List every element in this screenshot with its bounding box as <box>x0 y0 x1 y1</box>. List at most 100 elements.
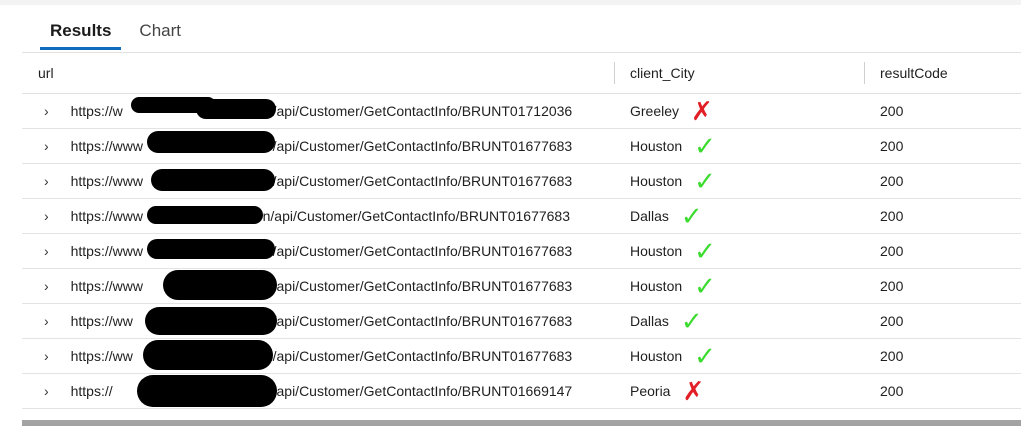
cell-url: › https://www /api/Customer/GetContactIn… <box>22 269 615 303</box>
checkmark-icon: ✓ <box>694 271 716 301</box>
city-value: Houston <box>630 278 683 294</box>
table-row[interactable]: › https://ww /api/Customer/GetContactInf… <box>22 339 1021 374</box>
url-prefix: https://ww <box>70 348 133 364</box>
column-header-city[interactable]: client_City <box>615 53 865 93</box>
redaction-mark <box>195 99 276 119</box>
results-grid: url client_City resultCode › https://w /… <box>22 52 1021 409</box>
horizontal-scrollbar[interactable] <box>22 420 1021 426</box>
table-row[interactable]: › https://www /api/Customer/GetContactIn… <box>22 234 1021 269</box>
url-suffix: /api/Customer/GetContactInfo/BRUNT016776… <box>272 243 573 259</box>
redaction-mark <box>142 340 273 370</box>
url-prefix: https://w <box>70 103 123 119</box>
table-row[interactable]: › https://www /api/Customer/GetContactIn… <box>22 269 1021 304</box>
url-value: https://ww /api/Customer/GetContactInfo/… <box>71 304 615 338</box>
cell-result-code: 200 <box>880 173 904 189</box>
chevron-right-icon[interactable]: › <box>22 129 71 163</box>
chevron-right-icon[interactable]: › <box>22 199 71 233</box>
url-value: https://www /api/Customer/GetContactInfo… <box>71 129 615 163</box>
url-value: https://www /api/Customer/GetContactInfo… <box>71 234 615 268</box>
chevron-right-icon[interactable]: › <box>22 304 71 338</box>
cell-city: Houston ✓ <box>615 234 865 268</box>
redaction-mark <box>146 131 275 153</box>
city-value: Houston <box>630 138 683 154</box>
url-prefix: https://www <box>70 278 143 294</box>
url-value: https://www /api/Customer/GetContactInfo… <box>71 269 615 303</box>
redaction-mark <box>144 307 277 335</box>
url-suffix: /api/Customer/GetContactInfo/BRUNT016776… <box>272 313 573 329</box>
cell-result-code: 200 <box>880 243 904 259</box>
city-value: Houston <box>630 243 683 259</box>
cell-result-code: 200 <box>880 278 904 294</box>
url-value: https://www /api/Customer/GetContactInfo… <box>71 164 615 198</box>
url-suffix: /api/Customer/GetContactInfo/BRUNT016691… <box>272 383 573 399</box>
cell-result-code: 200 <box>880 138 904 154</box>
url-prefix: https://www <box>70 173 143 189</box>
url-prefix: https://ww <box>70 313 133 329</box>
cell-url: › https://w /api/Customer/GetContactInfo… <box>22 94 615 128</box>
table-row[interactable]: › https://w /api/Customer/GetContactInfo… <box>22 94 1021 129</box>
table-row[interactable]: › https:// /api/Customer/GetContactInfo/… <box>22 374 1021 409</box>
chevron-right-icon[interactable]: › <box>22 339 71 373</box>
city-value: Greeley <box>630 103 680 119</box>
url-prefix: https://www <box>70 243 143 259</box>
url-suffix: n/api/Customer/GetContactInfo/BRUNT01677… <box>262 208 570 224</box>
url-prefix: https://www <box>70 138 143 154</box>
checkmark-icon: ✓ <box>694 236 716 266</box>
cell-city: Houston ✓ <box>615 339 865 373</box>
url-value: https://ww /api/Customer/GetContactInfo/… <box>71 339 615 373</box>
chevron-right-icon[interactable]: › <box>22 234 71 268</box>
cell-url: › https://www /api/Customer/GetContactIn… <box>22 164 615 198</box>
cell-url: › https://www n/api/Customer/GetContactI… <box>22 199 615 233</box>
tab-results[interactable]: Results <box>40 14 122 50</box>
table-row[interactable]: › https://www /api/Customer/GetContactIn… <box>22 129 1021 164</box>
city-value: Houston <box>630 348 683 364</box>
grid-header: url client_City resultCode <box>22 53 1021 94</box>
city-value: Dallas <box>630 208 669 224</box>
url-suffix: /api/Customer/GetContactInfo/BRUNT016776… <box>272 348 573 364</box>
tab-chart[interactable]: Chart <box>129 14 191 50</box>
cell-city: Greeley ✗ <box>615 94 865 128</box>
cell-result-code: 200 <box>880 348 904 364</box>
chevron-right-icon[interactable]: › <box>22 164 71 198</box>
redaction-mark <box>162 270 277 300</box>
table-row[interactable]: › https://www /api/Customer/GetContactIn… <box>22 164 1021 199</box>
redaction-mark <box>146 206 263 224</box>
checkmark-icon: ✓ <box>680 201 703 231</box>
city-value: Peoria <box>630 383 671 399</box>
cell-city: Houston ✓ <box>615 269 865 303</box>
redaction-mark <box>150 169 275 191</box>
column-header-url[interactable]: url <box>22 53 615 93</box>
top-strip <box>0 0 1021 5</box>
cross-icon: ✗ <box>682 376 705 406</box>
cell-result-code: 200 <box>880 103 904 119</box>
cross-icon: ✗ <box>691 96 713 126</box>
cell-url: › https://www /api/Customer/GetContactIn… <box>22 234 615 268</box>
checkmark-icon: ✓ <box>680 306 703 336</box>
url-suffix: /api/Customer/GetContactInfo/BRUNT017120… <box>272 103 573 119</box>
column-header-url-label: url <box>38 65 54 81</box>
cell-city: Houston ✓ <box>615 129 865 163</box>
cell-result-code: 200 <box>880 313 904 329</box>
url-prefix: https://www <box>70 208 143 224</box>
chevron-right-icon[interactable]: › <box>22 374 71 408</box>
cell-result-code: 200 <box>880 383 904 399</box>
cell-city: Dallas ✓ <box>615 304 865 338</box>
table-row[interactable]: › https://ww /api/Customer/GetContactInf… <box>22 304 1021 339</box>
checkmark-icon: ✓ <box>694 341 716 371</box>
chevron-right-icon[interactable]: › <box>22 269 71 303</box>
redaction-mark <box>136 375 277 407</box>
url-suffix: /api/Customer/GetContactInfo/BRUNT016776… <box>272 138 573 154</box>
url-value: https://w /api/Customer/GetContactInfo/B… <box>71 94 615 128</box>
cell-city: Peoria ✗ <box>615 374 865 408</box>
column-header-code-label: resultCode <box>880 65 948 81</box>
table-row[interactable]: › https://www n/api/Customer/GetContactI… <box>22 199 1021 234</box>
column-header-city-label: client_City <box>630 65 695 81</box>
grid-body: › https://w /api/Customer/GetContactInfo… <box>22 94 1021 409</box>
column-header-code[interactable]: resultCode <box>865 53 1021 93</box>
chevron-right-icon[interactable]: › <box>22 94 71 128</box>
city-value: Dallas <box>630 313 669 329</box>
url-value: https://www n/api/Customer/GetContactInf… <box>71 199 615 233</box>
cell-url: › https://ww /api/Customer/GetContactInf… <box>22 304 615 338</box>
cell-url: › https://www /api/Customer/GetContactIn… <box>22 129 615 163</box>
cell-url: › https:// /api/Customer/GetContactInfo/… <box>22 374 615 408</box>
